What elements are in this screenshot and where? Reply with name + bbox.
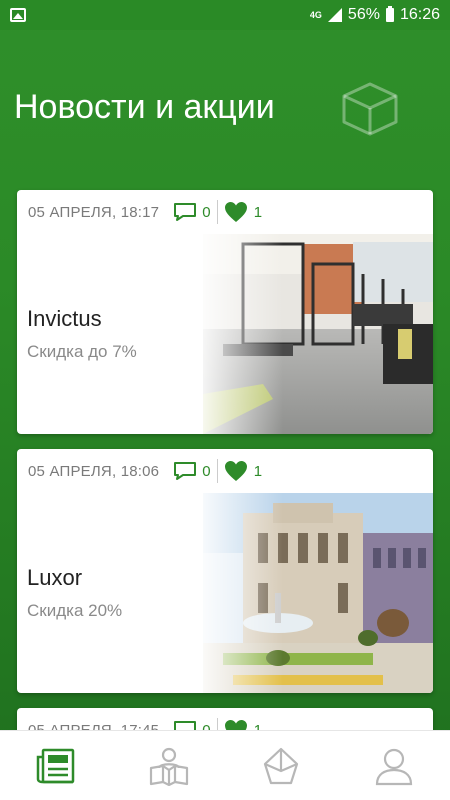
crystal-icon [264, 747, 299, 784]
likes-count: 1 [253, 462, 263, 480]
card-meta: 05 АПРЕЛЯ, 18:17 0 1 [17, 190, 433, 234]
network-label: 4G [309, 9, 322, 20]
comments-count: 0 [202, 203, 211, 221]
heart-icon [224, 461, 247, 481]
heart-icon [224, 202, 247, 222]
map-reader-icon [149, 747, 188, 786]
image-fade [193, 234, 283, 434]
card-subtitle: Скидка 20% [27, 601, 123, 620]
card-meta: 05 АПРЕЛЯ, 18:06 0 1 [17, 449, 433, 493]
comments-button[interactable]: 0 [173, 461, 211, 481]
page-title: Новости и акции [14, 88, 275, 126]
news-icon [37, 748, 75, 783]
tab-profile[interactable] [364, 736, 424, 796]
comment-icon [174, 203, 197, 221]
cube-logo-icon [342, 82, 398, 136]
card-media[interactable]: Invictus Скидка до 7% [17, 234, 433, 434]
comments-button[interactable]: 0 [173, 202, 211, 222]
likes-count: 1 [253, 203, 263, 221]
news-feed[interactable]: 05 АПРЕЛЯ, 18:17 0 1 Invictus Скидка до … [17, 190, 433, 763]
like-button[interactable]: 1 [224, 460, 263, 482]
tab-clubs[interactable] [139, 736, 199, 796]
image-fade [193, 493, 283, 693]
profile-icon [375, 748, 412, 785]
card-title: Luxor [27, 565, 83, 590]
clock: 16:26 [399, 6, 440, 23]
battery-level: 56% [347, 6, 380, 23]
news-card[interactable]: 05 АПРЕЛЯ, 18:17 0 1 Invictus Скидка до … [17, 190, 433, 434]
tab-services[interactable] [251, 736, 311, 796]
bottom-tab-bar [0, 730, 450, 800]
image-notification-icon [10, 8, 26, 22]
battery-icon [385, 6, 394, 22]
divider [216, 200, 218, 224]
card-subtitle: Скидка до 7% [27, 342, 137, 361]
card-media[interactable]: Luxor Скидка 20% [17, 493, 433, 693]
like-button[interactable]: 1 [224, 201, 263, 223]
comments-count: 0 [202, 462, 211, 480]
comment-icon [174, 462, 197, 480]
news-card[interactable]: 05 АПРЕЛЯ, 18:06 0 1 Luxor Скидка 20% [17, 449, 433, 693]
divider [216, 459, 218, 483]
card-date: 05 АПРЕЛЯ, 18:06 [28, 462, 160, 480]
card-date: 05 АПРЕЛЯ, 18:17 [28, 203, 160, 221]
signal-icon [327, 8, 342, 22]
status-bar: 4G 56% 16:26 [0, 0, 450, 30]
card-title: Invictus [27, 306, 102, 331]
tab-news[interactable] [26, 736, 86, 796]
